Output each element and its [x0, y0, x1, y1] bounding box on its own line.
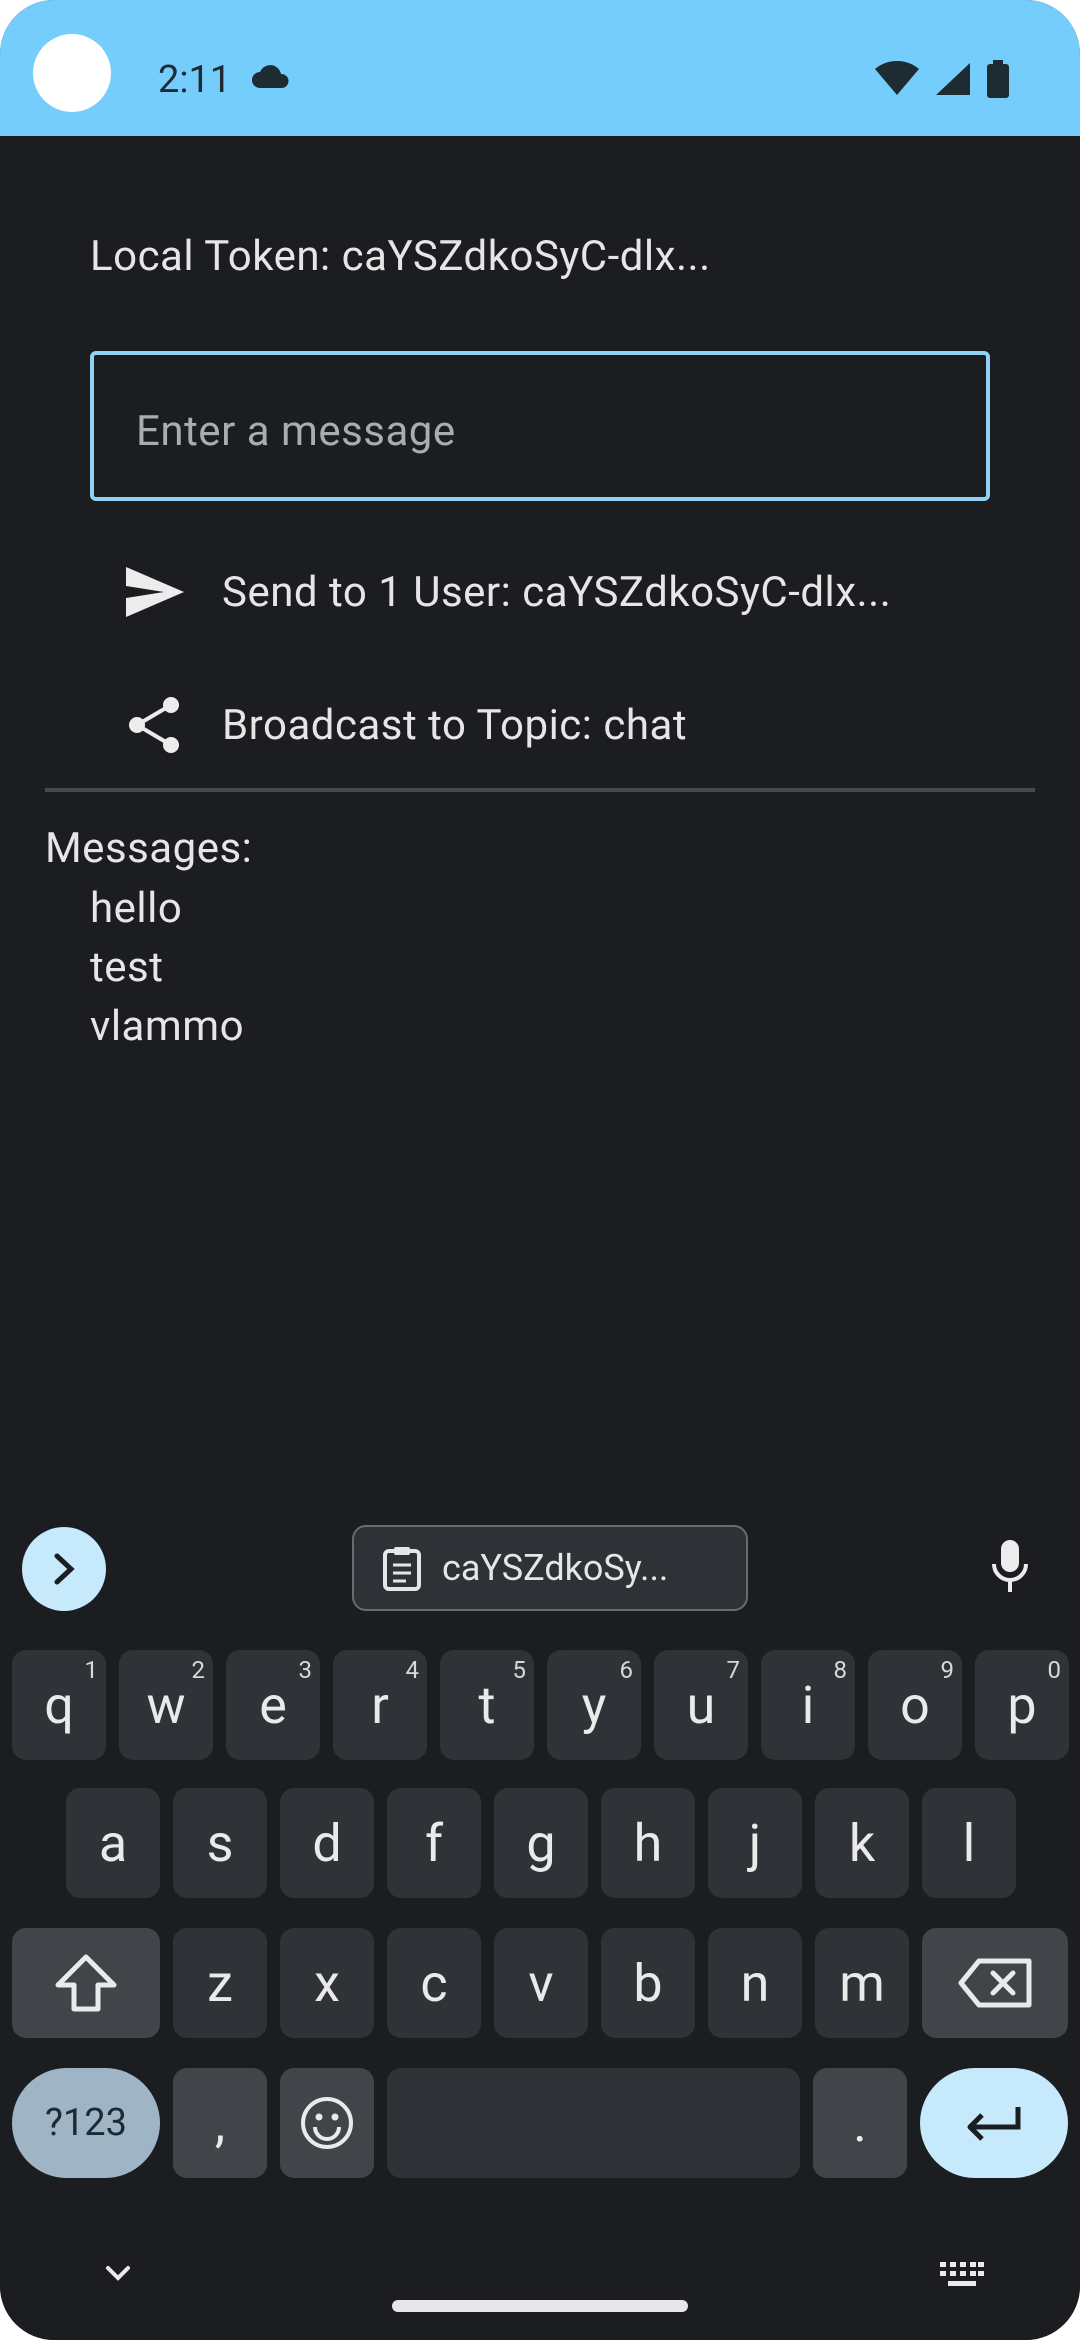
keyboard-switch-icon[interactable]: [938, 2260, 986, 2290]
key-h[interactable]: h: [601, 1788, 695, 1898]
broadcast-topic-button[interactable]: Broadcast to Topic: chat: [120, 680, 687, 770]
key-f[interactable]: f: [387, 1788, 481, 1898]
key-p[interactable]: p0: [975, 1650, 1069, 1760]
status-bar: 2:11: [0, 0, 1080, 136]
battery-icon: [987, 60, 1009, 98]
message-item: hello: [90, 884, 183, 933]
key-k[interactable]: k: [815, 1788, 909, 1898]
key-w[interactable]: w2: [119, 1650, 213, 1760]
key-x[interactable]: x: [280, 1928, 374, 2038]
spacebar[interactable]: [387, 2068, 800, 2178]
clipboard-icon: [383, 1547, 421, 1591]
emoji-icon: [301, 2097, 353, 2149]
signal-icon: [936, 63, 970, 95]
message-input-placeholder: Enter a message: [136, 407, 456, 456]
shift-key[interactable]: [12, 1928, 160, 2038]
phone-screen: 2:11 Local Token: caYSZdkoSyC-dlx... Ent…: [0, 0, 1080, 2340]
enter-key[interactable]: [920, 2068, 1068, 2178]
key-i[interactable]: i8: [761, 1650, 855, 1760]
messages-heading: Messages:: [45, 824, 253, 873]
key-s[interactable]: s: [173, 1788, 267, 1898]
cloud-icon: [252, 65, 289, 88]
message-item: test: [90, 943, 164, 992]
key-r[interactable]: r4: [333, 1650, 427, 1760]
keyboard-hide-chevron-icon[interactable]: [100, 2262, 136, 2286]
soft-keyboard: caYSZdkoSy... q1 w2 e3 r4 t5 y6 u7 i8 o9…: [0, 1500, 1080, 2340]
key-b[interactable]: b: [601, 1928, 695, 2038]
local-token-text: Local Token: caYSZdkoSyC-dlx...: [90, 232, 711, 281]
divider: [45, 788, 1035, 792]
chevron-right-icon: [54, 1553, 75, 1585]
key-y[interactable]: y6: [547, 1650, 641, 1760]
key-j[interactable]: j: [708, 1788, 802, 1898]
shift-icon: [55, 1954, 117, 2012]
key-z[interactable]: z: [173, 1928, 267, 2038]
key-v[interactable]: v: [494, 1928, 588, 2038]
period-key[interactable]: .: [813, 2068, 907, 2178]
home-indicator[interactable]: [392, 2300, 688, 2312]
emoji-key[interactable]: [280, 2068, 374, 2178]
key-e[interactable]: e3: [226, 1650, 320, 1760]
symbols-key[interactable]: ?123: [12, 2068, 160, 2178]
key-l[interactable]: l: [922, 1788, 1016, 1898]
share-icon: [120, 690, 190, 760]
key-g[interactable]: g: [494, 1788, 588, 1898]
enter-icon: [967, 2107, 1021, 2141]
send-to-user-label: Send to 1 User: caYSZdkoSyC-dlx...: [222, 567, 892, 617]
comma-key[interactable]: ,: [173, 2068, 267, 2178]
clipboard-text: caYSZdkoSy...: [442, 1547, 669, 1589]
send-to-user-button[interactable]: Send to 1 User: caYSZdkoSyC-dlx...: [120, 547, 891, 637]
camera-cutout: [33, 34, 111, 112]
key-a[interactable]: a: [66, 1788, 160, 1898]
key-t[interactable]: t5: [440, 1650, 534, 1760]
message-item: vlammo: [90, 1002, 245, 1051]
status-time: 2:11: [158, 58, 232, 102]
backspace-key[interactable]: [922, 1928, 1068, 2038]
backspace-icon: [958, 1958, 1032, 2008]
send-icon: [120, 557, 190, 627]
key-q[interactable]: q1: [12, 1650, 106, 1760]
message-input[interactable]: Enter a message: [90, 351, 990, 501]
key-n[interactable]: n: [708, 1928, 802, 2038]
microphone-icon[interactable]: [990, 1538, 1030, 1596]
key-o[interactable]: o9: [868, 1650, 962, 1760]
key-m[interactable]: m: [815, 1928, 909, 2038]
clipboard-suggestion[interactable]: caYSZdkoSy...: [352, 1525, 748, 1611]
wifi-icon: [875, 61, 919, 95]
key-d[interactable]: d: [280, 1788, 374, 1898]
broadcast-topic-label: Broadcast to Topic: chat: [222, 700, 688, 750]
keyboard-expand-button[interactable]: [22, 1527, 106, 1611]
key-c[interactable]: c: [387, 1928, 481, 2038]
key-u[interactable]: u7: [654, 1650, 748, 1760]
